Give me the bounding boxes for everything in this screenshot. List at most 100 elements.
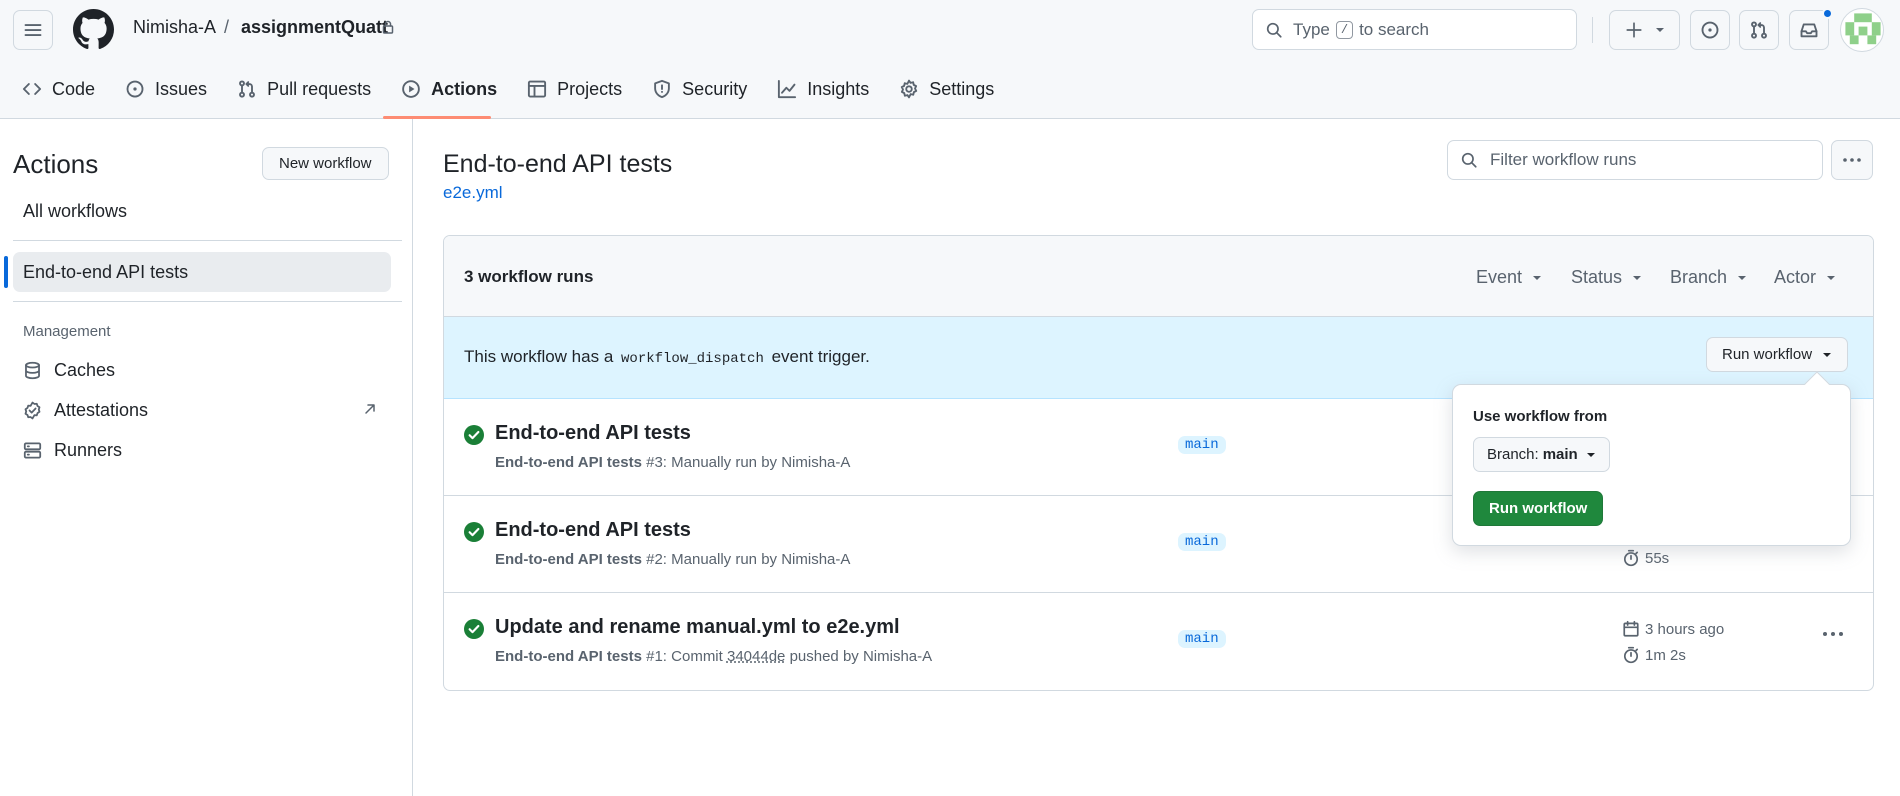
repo-nav: Code Issues Pull requests Actions Projec… <box>14 74 1016 119</box>
branch-filter[interactable]: Branch <box>1670 267 1747 288</box>
tab-pull-requests[interactable]: Pull requests <box>229 74 379 104</box>
sidebar-item-label: Caches <box>54 360 116 380</box>
sidebar-item-caches[interactable]: Caches <box>23 360 115 381</box>
new-workflow-button[interactable]: New workflow <box>262 147 389 180</box>
dispatch-text-after: event trigger. <box>771 347 870 366</box>
code-icon <box>22 83 42 95</box>
run-meta: End-to-end API tests #3: Manually run by… <box>495 454 850 471</box>
run-duration: 1m 2s <box>1622 646 1686 664</box>
workflow-run-row[interactable]: Update and rename manual.yml to e2e.yml … <box>444 593 1873 690</box>
search-prefix: Type <box>1293 19 1330 39</box>
run-date-value: 3 hours ago <box>1645 620 1725 638</box>
tab-security-label: Security <box>682 78 748 99</box>
tab-settings[interactable]: Settings <box>891 74 1002 104</box>
kebab-horizontal-icon[interactable] <box>1822 631 1844 637</box>
sidebar-item-runners[interactable]: Runners <box>23 440 122 461</box>
plus-icon <box>1625 22 1642 38</box>
search-icon <box>1461 152 1477 168</box>
actor-filter[interactable]: Actor <box>1774 267 1836 288</box>
run-workflow-name: End-to-end API tests <box>495 454 642 471</box>
run-workflow-popover: Use workflow from Branch: main Run workf… <box>1452 384 1851 546</box>
run-workflow-button[interactable]: Run workflow <box>1473 491 1604 526</box>
tab-security[interactable]: Security <box>644 74 755 104</box>
tab-insights[interactable]: Insights <box>769 74 877 104</box>
verified-icon <box>24 401 41 420</box>
check-circle-icon <box>464 522 484 542</box>
run-title[interactable]: End-to-end API tests <box>495 519 691 542</box>
identicon-icon <box>1845 13 1881 45</box>
tab-projects[interactable]: Projects <box>519 74 630 104</box>
run-meta-text: #3: Manually run by Nimisha-A <box>646 454 851 471</box>
event-filter-label: Event <box>1476 267 1523 287</box>
run-date: 3 hours ago <box>1622 620 1724 638</box>
breadcrumb-repo[interactable]: assignmentQuatt <box>241 17 388 38</box>
filter-workflow-runs-input[interactable]: Filter workflow runs <box>1447 140 1823 180</box>
run-title[interactable]: End-to-end API tests <box>495 422 691 445</box>
workflow-file-link[interactable]: e2e.yml <box>443 183 503 203</box>
branch-select-value: main <box>1542 446 1578 463</box>
sidebar-item-attestations[interactable]: Attestations <box>23 400 148 421</box>
runs-count: 3 workflow runs <box>464 267 594 286</box>
tab-projects-label: Projects <box>557 78 623 99</box>
gear-icon <box>901 79 918 99</box>
run-workflow-dropdown[interactable]: Run workflow <box>1706 337 1849 372</box>
stopwatch-icon <box>1623 646 1639 664</box>
create-new-button[interactable] <box>1609 10 1680 50</box>
sidebar-item-all-workflows[interactable]: All workflows <box>23 201 127 222</box>
sidebar-item-label: Runners <box>54 440 123 460</box>
branch-badge[interactable]: main <box>1178 630 1226 648</box>
menu-button[interactable] <box>13 10 53 50</box>
branch-select[interactable]: Branch: main <box>1473 437 1610 472</box>
kebab-horizontal-icon <box>1843 158 1861 162</box>
sidebar-divider <box>13 301 402 302</box>
workflow-menu-button[interactable] <box>1831 140 1873 180</box>
page-title: End-to-end API tests <box>443 150 673 178</box>
hamburger-icon <box>24 24 42 36</box>
server-icon <box>23 442 42 459</box>
dispatch-message: This workflow has a workflow_dispatch ev… <box>464 347 870 367</box>
external-link-icon <box>365 404 375 414</box>
sidebar-item-label: Attestations <box>54 400 149 420</box>
check-circle-icon <box>464 619 484 639</box>
tab-actions[interactable]: Actions <box>393 74 505 104</box>
notification-dot <box>1822 8 1833 19</box>
avatar[interactable] <box>1840 8 1884 52</box>
run-meta-prefix: #1: Commit <box>646 648 723 665</box>
commit-link[interactable]: 34044de <box>727 648 785 665</box>
breadcrumb-owner[interactable]: Nimisha-A <box>133 17 216 38</box>
issues-button[interactable] <box>1690 10 1730 50</box>
search-shortcut-key: / <box>1335 20 1354 39</box>
tab-issues[interactable]: Issues <box>117 74 215 104</box>
breadcrumb-separator: / <box>224 17 230 37</box>
status-filter-label: Status <box>1571 267 1623 287</box>
filter-placeholder: Filter workflow runs <box>1490 150 1637 169</box>
branch-select-prefix: Branch: <box>1487 446 1539 463</box>
issue-icon <box>1701 21 1719 39</box>
tab-code[interactable]: Code <box>14 74 103 104</box>
caret-down-icon <box>1823 352 1832 357</box>
tab-issues-label: Issues <box>155 78 208 99</box>
branch-badge[interactable]: main <box>1178 533 1226 551</box>
caret-down-icon <box>1533 275 1542 280</box>
run-workflow-name: End-to-end API tests <box>495 648 642 665</box>
search-input[interactable]: Type / to search <box>1252 9 1577 50</box>
play-icon <box>402 80 420 98</box>
sidebar: Actions New workflow All workflows End-t… <box>0 119 413 796</box>
run-title[interactable]: Update and rename manual.yml to e2e.yml <box>495 616 900 639</box>
run-duration: 55s <box>1622 549 1669 567</box>
run-meta-suffix: pushed by Nimisha-A <box>789 648 933 665</box>
run-meta: End-to-end API tests #2: Manually run by… <box>495 551 850 568</box>
caret-down-icon <box>1586 452 1595 457</box>
sidebar-divider <box>13 240 402 241</box>
github-logo-icon[interactable] <box>73 9 114 50</box>
table-icon <box>528 80 547 98</box>
event-filter[interactable]: Event <box>1476 267 1542 288</box>
tab-insights-label: Insights <box>807 78 870 99</box>
branch-filter-label: Branch <box>1670 267 1728 287</box>
run-meta-text: #2: Manually run by Nimisha-A <box>646 551 851 568</box>
branch-badge[interactable]: main <box>1178 436 1226 454</box>
sidebar-item-label: End-to-end API tests <box>23 262 189 282</box>
dispatch-text-before: This workflow has a <box>464 347 614 366</box>
status-filter[interactable]: Status <box>1571 267 1642 288</box>
pull-requests-button[interactable] <box>1739 10 1779 50</box>
